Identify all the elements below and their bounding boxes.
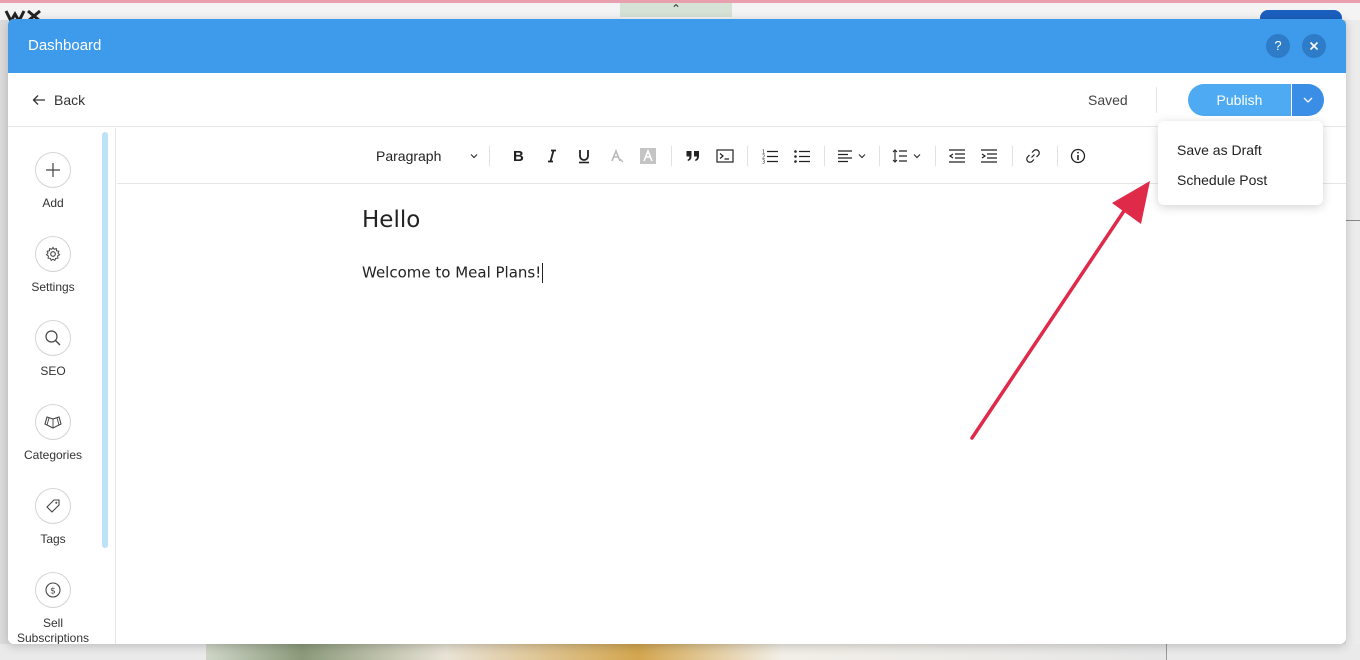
sidebar-item-categories[interactable]: Categories — [8, 404, 98, 463]
paragraph-style-select[interactable]: Paragraph — [376, 146, 479, 166]
sidebar-item-sell-subscriptions[interactable]: $ Sell Subscriptions — [8, 572, 98, 644]
sidebar-item-seo[interactable]: SEO — [8, 320, 98, 379]
publish-options-button[interactable] — [1292, 84, 1324, 116]
underline-button[interactable] — [577, 146, 591, 166]
sidebar-item-label: Tags — [40, 532, 66, 546]
plus-icon — [35, 152, 71, 188]
bold-icon: B — [513, 148, 524, 164]
help-button[interactable]: ? — [1266, 34, 1290, 58]
back-button[interactable]: Back — [32, 92, 85, 108]
svg-text:3: 3 — [762, 160, 765, 165]
sidebar-scrollbar[interactable] — [102, 132, 108, 548]
quote-button[interactable] — [685, 146, 701, 166]
highlight-icon — [640, 148, 656, 164]
editor-topbar: Back Saved Publish — [8, 73, 1346, 127]
sidebar-item-label: Add — [42, 196, 64, 210]
svg-text:$: $ — [50, 587, 56, 597]
bulleted-list-button[interactable] — [793, 146, 811, 166]
text-caret — [542, 263, 544, 283]
toolbar-divider — [1012, 146, 1013, 166]
close-icon — [1309, 41, 1319, 51]
chevron-down-icon — [470, 154, 478, 159]
info-icon — [1070, 148, 1086, 164]
publish-button[interactable]: Publish — [1188, 84, 1291, 116]
background-collapse-handle: ⌃ — [620, 3, 732, 17]
text-color-icon — [611, 148, 624, 163]
sidebar-item-label: SEO — [40, 364, 66, 378]
link-icon — [1026, 149, 1040, 163]
categories-icon — [35, 404, 71, 440]
link-button[interactable] — [1025, 146, 1041, 166]
arrow-left-icon — [32, 95, 45, 105]
toolbar-divider — [935, 146, 936, 166]
quote-icon — [686, 151, 699, 161]
search-icon — [35, 320, 71, 356]
italic-icon — [548, 149, 556, 163]
toolbar-divider — [824, 146, 825, 166]
code-block-button[interactable] — [716, 146, 734, 166]
publish-options-menu: Save as Draft Schedule Post — [1158, 121, 1323, 205]
modal-header: Dashboard ? — [8, 19, 1346, 73]
numbered-list-icon: 123 — [762, 150, 778, 165]
code-icon — [716, 149, 734, 163]
modal-title: Dashboard — [28, 37, 102, 54]
bold-button[interactable]: B — [512, 146, 526, 166]
alignment-dropdown[interactable] — [837, 146, 867, 166]
back-label: Back — [54, 92, 86, 108]
info-button[interactable] — [1070, 146, 1086, 166]
background-divider — [1166, 644, 1167, 660]
sidebar-item-label: Sell Subscriptions — [16, 616, 90, 644]
background-right-strip — [1346, 20, 1360, 644]
sidebar-item-label: Categories — [23, 448, 83, 462]
tag-icon — [35, 488, 71, 524]
svg-text:B: B — [513, 148, 524, 164]
post-body-text: Welcome to Meal Plans! — [362, 263, 542, 282]
editor-sidebar: Add Settings SEO Categories Tags $ Sell … — [8, 128, 116, 644]
bulleted-list-icon — [794, 150, 810, 163]
topbar-divider — [1156, 87, 1157, 113]
sidebar-item-label: Settings — [31, 280, 75, 294]
highlight-button[interactable] — [639, 146, 657, 166]
chevron-down-icon — [1303, 97, 1313, 103]
paragraph-style-label: Paragraph — [376, 148, 442, 164]
save-as-draft-option[interactable]: Save as Draft — [1177, 142, 1262, 158]
background-photo — [206, 644, 1166, 660]
post-title[interactable]: Hello — [362, 207, 420, 233]
increase-indent-button[interactable] — [980, 146, 998, 166]
toolbar-divider — [671, 146, 672, 166]
dollar-icon: $ — [35, 572, 71, 608]
save-status: Saved — [1088, 92, 1128, 108]
sidebar-item-settings[interactable]: Settings — [8, 236, 98, 295]
align-left-icon — [838, 150, 852, 163]
schedule-post-option[interactable]: Schedule Post — [1177, 172, 1267, 188]
chevron-down-icon — [858, 154, 866, 159]
toolbar-divider — [747, 146, 748, 166]
sidebar-item-tags[interactable]: Tags — [8, 488, 98, 547]
chevron-down-icon — [913, 154, 921, 159]
close-button[interactable] — [1302, 34, 1326, 58]
post-editor[interactable]: Hello Welcome to Meal Plans! — [117, 185, 1346, 644]
numbered-list-button[interactable]: 123 — [761, 146, 779, 166]
publish-button-group: Publish — [1188, 84, 1324, 116]
dashboard-modal: Dashboard ? Back Saved Publish Add Setti… — [8, 19, 1346, 644]
text-color-button[interactable] — [609, 146, 625, 166]
outdent-icon — [948, 149, 965, 163]
gear-icon — [35, 236, 71, 272]
indent-icon — [981, 149, 997, 163]
italic-button[interactable] — [546, 146, 558, 166]
underline-icon — [579, 150, 589, 164]
post-body[interactable]: Welcome to Meal Plans! — [362, 263, 544, 283]
toolbar-divider — [1057, 146, 1058, 166]
sidebar-item-add[interactable]: Add — [8, 152, 98, 211]
line-spacing-dropdown[interactable] — [892, 146, 922, 166]
decrease-indent-button[interactable] — [948, 146, 966, 166]
line-spacing-icon — [892, 149, 907, 163]
toolbar-divider — [879, 146, 880, 166]
toolbar-divider — [489, 146, 490, 166]
